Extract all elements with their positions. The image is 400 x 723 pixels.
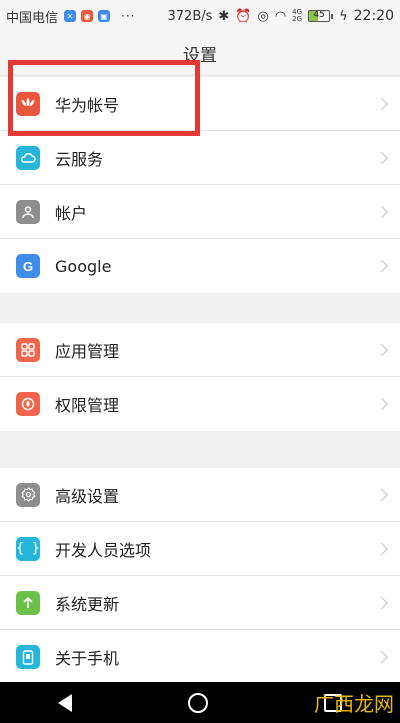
chevron-right-icon [375, 650, 388, 664]
signal-icon: 4G 2G [292, 8, 303, 23]
chevron-right-icon [375, 488, 388, 501]
alarm-icon: ⏰ [235, 8, 252, 24]
app-notification-icon: ✕ [64, 10, 77, 22]
gear-icon [16, 482, 40, 507]
chevron-right-icon [375, 259, 388, 273]
settings-item-label: Google [55, 256, 112, 276]
cloud-icon [16, 145, 40, 170]
home-icon[interactable] [188, 692, 208, 713]
watermark: 广西龙网 [314, 692, 394, 716]
braces-icon: { } [16, 536, 40, 561]
settings-item-cloud[interactable]: 云服务 [0, 131, 400, 185]
highlight-annotation [8, 60, 200, 136]
chevron-right-icon [375, 97, 388, 110]
settings-item-label: 云服务 [55, 149, 104, 169]
settings-item-app-management[interactable]: 应用管理 [0, 323, 400, 377]
back-icon[interactable] [58, 693, 72, 712]
settings-item-developer-options[interactable]: { } 开发人员选项 [0, 522, 400, 576]
wifi-icon: ◠ [274, 8, 287, 24]
status-bar: 中国电信 ✕ ◉ ▣ ··· 372B/s ✱ ⏰ ◎ ◠ 4G 2G 45 ϟ … [0, 0, 400, 32]
settings-item-permissions[interactable]: 权限管理 [0, 377, 400, 431]
settings-item-advanced[interactable]: 高级设置 [0, 468, 400, 522]
settings-item-accounts[interactable]: 帐户 [0, 185, 400, 239]
app-notification-icon: ◉ [81, 10, 94, 22]
battery-level: 45 [313, 10, 325, 20]
settings-item-label: 应用管理 [55, 341, 120, 361]
chevron-right-icon [375, 343, 388, 356]
permission-icon [16, 392, 40, 416]
settings-item-google[interactable]: G Google [0, 239, 400, 293]
google-icon: G [16, 254, 40, 278]
settings-item-about-phone[interactable]: 关于手机 [0, 630, 400, 684]
charging-icon: ϟ [339, 8, 348, 24]
settings-item-label: 关于手机 [55, 649, 120, 668]
chevron-right-icon [375, 542, 388, 555]
settings-group-apps: 应用管理 权限管理 [0, 323, 400, 431]
settings-item-label: 帐户 [55, 203, 88, 223]
bluetooth-icon: ✱ [218, 8, 230, 24]
battery-icon: 45 [308, 10, 334, 22]
chevron-right-icon [375, 596, 388, 609]
settings-item-label: 系统更新 [55, 594, 120, 614]
clock: 22:20 [353, 8, 394, 24]
person-icon [16, 199, 40, 224]
chevron-right-icon [375, 397, 388, 411]
settings-item-label: 高级设置 [55, 486, 120, 506]
apps-grid-icon [16, 337, 40, 362]
settings-item-system-update[interactable]: 系统更新 [0, 576, 400, 630]
eye-comfort-icon: ◎ [257, 8, 269, 24]
network-speed: 372B/s [167, 8, 213, 24]
chevron-right-icon [375, 205, 388, 218]
settings-item-label: 开发人员选项 [55, 540, 152, 560]
settings-group-system: 高级设置 { } 开发人员选项 系统更新 关于手机 [0, 468, 400, 684]
chevron-right-icon [375, 151, 388, 164]
carrier-label: 中国电信 [6, 10, 59, 26]
more-notifications-icon: ··· [121, 9, 136, 23]
phone-icon [16, 645, 40, 669]
settings-item-label: 权限管理 [55, 396, 120, 415]
update-arrow-icon [16, 590, 40, 615]
app-notification-icon: ▣ [98, 10, 111, 22]
